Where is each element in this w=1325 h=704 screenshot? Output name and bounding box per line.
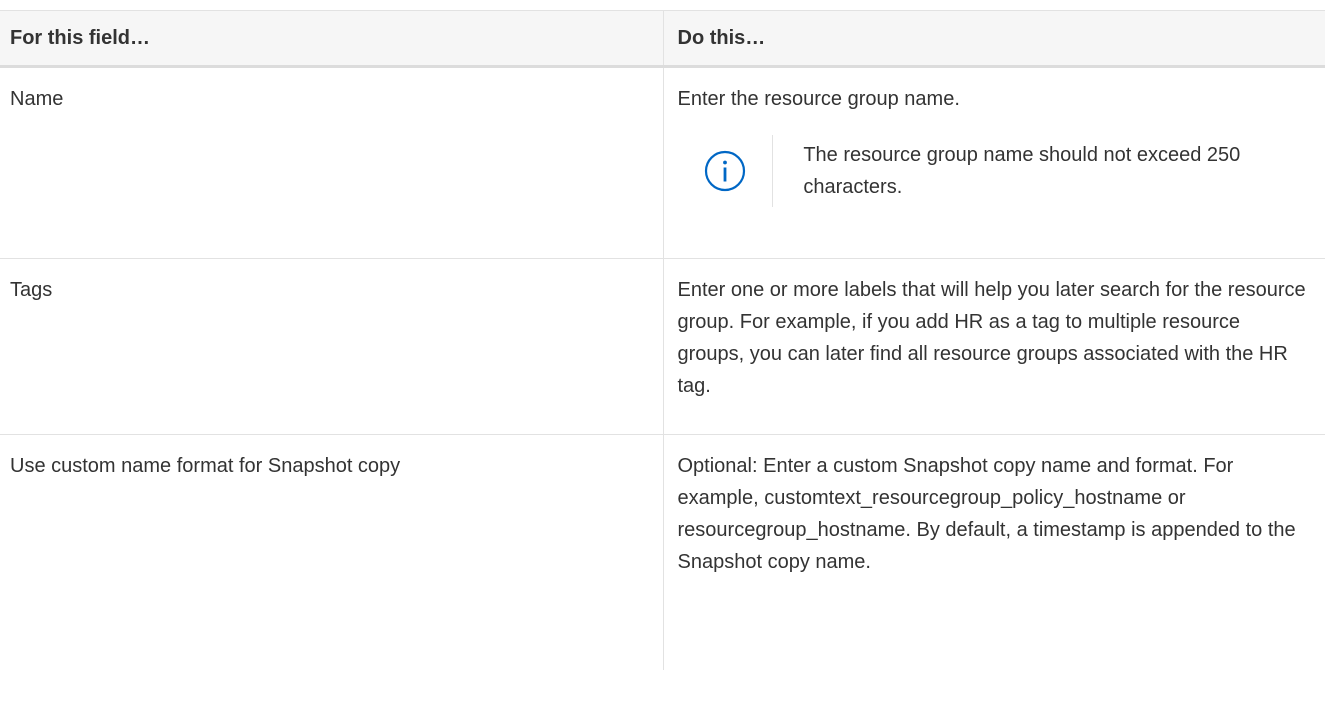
- note-text: The resource group name should not excee…: [803, 144, 1241, 198]
- table-row: Use custom name format for Snapshot copy…: [0, 434, 1325, 670]
- field-description-table: For this field… Do this… Name Enter the …: [0, 10, 1325, 670]
- action-cell: Optional: Enter a custom Snapshot copy n…: [662, 434, 1325, 670]
- header-action: Do this…: [662, 10, 1325, 68]
- field-name-cell: Use custom name format for Snapshot copy: [10, 455, 401, 477]
- field-name-cell: Name: [0, 66, 663, 259]
- action-cell: Enter the resource group name. The resou…: [662, 66, 1325, 259]
- action-text: Enter the resource group name.: [677, 88, 960, 110]
- action-cell: Enter one or more labels that will help …: [662, 258, 1325, 435]
- info-icon: [704, 150, 746, 192]
- header-field: For this field…: [0, 10, 663, 68]
- table-header-row: For this field… Do this…: [0, 10, 1325, 68]
- field-name-cell: Tags: [0, 258, 663, 435]
- note-icon-container: [678, 135, 774, 207]
- note-admonition: The resource group name should not excee…: [678, 129, 1308, 213]
- table-row: Name Enter the resource group name. The …: [0, 66, 1325, 259]
- table-row: Tags Enter one or more labels that will …: [0, 258, 1325, 435]
